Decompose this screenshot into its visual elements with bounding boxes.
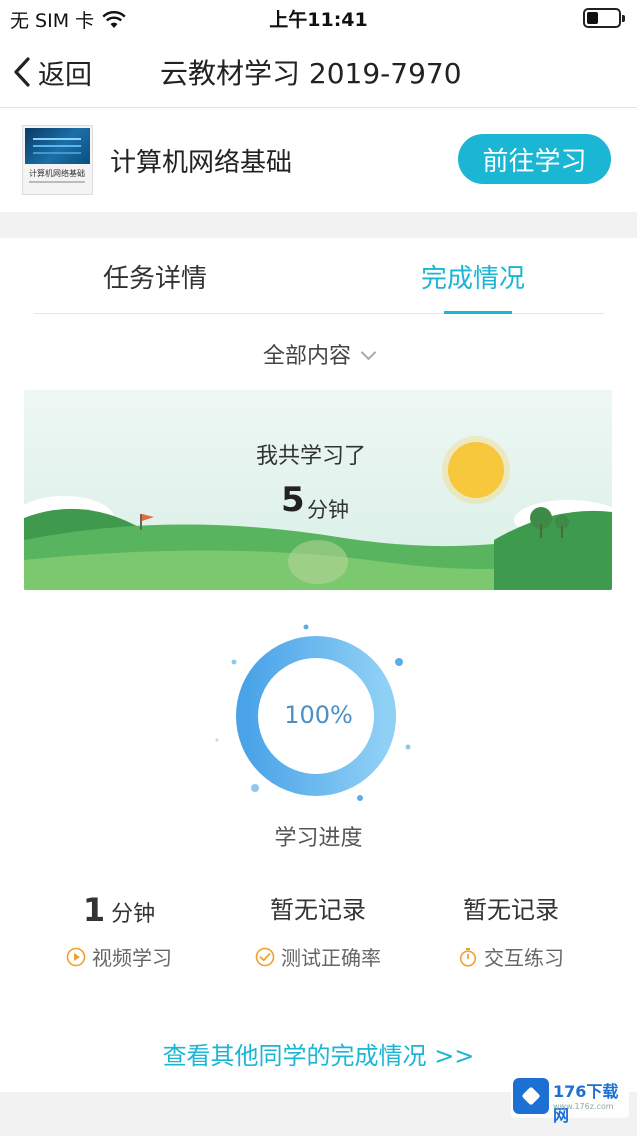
study-time-banner: 我共学习了 5 分钟 — [24, 390, 612, 590]
course-cover-line — [29, 181, 85, 183]
back-label: 返回 — [38, 59, 92, 91]
course-thumbnail: 计算机网络基础 — [22, 125, 93, 195]
view-classmates-link[interactable]: 查看其他同学的完成情况 >> — [0, 1036, 637, 1071]
section-divider — [0, 212, 637, 238]
page-title: 云教材学习 2019-7970 — [160, 57, 462, 90]
stat-interactive: 暂无记录 交互练习 — [411, 890, 611, 971]
stat-interactive-value: 暂无记录 — [463, 896, 559, 924]
filter-label: 全部内容 — [262, 344, 351, 369]
progress-percent: 100% — [284, 701, 353, 729]
stat-video-caption: 视频学习 — [19, 942, 219, 971]
course-header: 计算机网络基础 计算机网络基础 前往学习 — [0, 108, 637, 212]
study-minutes-unit: 分钟 — [307, 498, 349, 522]
battery-icon — [583, 8, 625, 28]
course-cover-image — [25, 128, 90, 164]
stat-test-value: 暂无记录 — [270, 896, 366, 924]
content-filter-dropdown[interactable]: 全部内容 — [0, 338, 637, 370]
watermark-url: www.176z.com — [553, 1102, 614, 1111]
stopwatch-icon — [459, 947, 477, 967]
back-button[interactable]: 返回 — [12, 52, 92, 92]
active-tab-indicator — [444, 311, 512, 314]
tab-completion[interactable]: 完成情况 — [421, 258, 525, 295]
stat-test-caption: 测试正确率 — [218, 942, 418, 971]
tab-task-details[interactable]: 任务详情 — [103, 258, 207, 295]
stat-video: 1 分钟 视频学习 — [19, 890, 219, 971]
stat-video-unit: 分钟 — [111, 902, 156, 927]
status-time: 上午11:41 — [269, 9, 368, 31]
progress-label: 学习进度 — [274, 826, 363, 851]
tab-bar: 任务详情 完成情况 — [34, 238, 604, 314]
chevron-down-icon — [360, 344, 377, 361]
site-watermark: 176下载网 www.176z.com — [511, 1074, 629, 1125]
study-minutes-value: 5 — [281, 480, 305, 520]
stat-video-value: 1 分钟 — [19, 890, 219, 930]
banner-heading: 我共学习了 — [256, 444, 367, 469]
status-bar: 无 SIM 卡 上午11:41 — [0, 0, 637, 36]
chevron-left-icon — [14, 57, 30, 87]
stat-test: 暂无记录 测试正确率 — [218, 890, 418, 971]
battery-cap — [622, 15, 625, 22]
play-icon — [66, 947, 86, 966]
go-study-button[interactable]: 前往学习 — [458, 134, 611, 184]
landscape-illustration — [24, 390, 612, 590]
battery-fill — [587, 12, 598, 24]
stat-video-number: 1 — [82, 891, 106, 929]
course-name: 计算机网络基础 — [110, 148, 293, 178]
stat-interactive-label: 交互练习 — [484, 946, 564, 970]
navigation-bar: 返回 云教材学习 2019-7970 — [0, 36, 637, 108]
check-circle-icon — [255, 947, 275, 966]
stat-test-label: 测试正确率 — [281, 946, 381, 970]
watermark-logo-icon — [513, 1078, 549, 1114]
course-cover-caption: 计算机网络基础 — [29, 169, 85, 178]
stat-video-label: 视频学习 — [92, 946, 172, 970]
stat-interactive-caption: 交互练习 — [411, 942, 611, 971]
